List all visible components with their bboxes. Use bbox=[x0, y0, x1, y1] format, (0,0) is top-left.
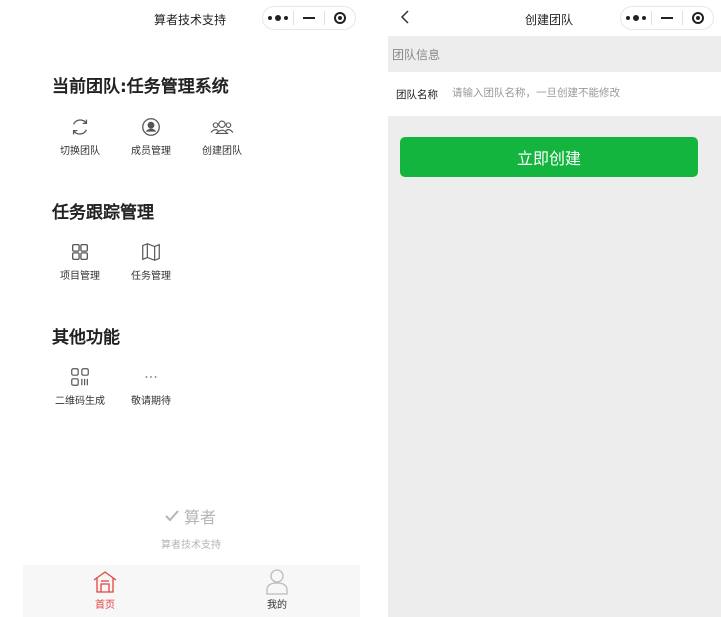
home-screen: 算者技术支持 当前团队:任务管理系统 切换团队 成员管理 创建团队 任务跟踪管理… bbox=[0, 0, 386, 617]
tab-label: 我的 bbox=[267, 600, 287, 611]
grid-item-coming-soon[interactable]: 敬请期待 bbox=[121, 364, 181, 407]
brand-logo: 算者 bbox=[164, 504, 216, 528]
section-title-current-team: 当前团队:任务管理系统 bbox=[52, 77, 229, 97]
brand-name: 算者 bbox=[184, 508, 217, 527]
tab-home[interactable]: 首页 bbox=[65, 565, 145, 611]
capsule-menu bbox=[620, 6, 714, 30]
target-icon bbox=[334, 12, 346, 24]
grid-item-label: 成员管理 bbox=[131, 146, 171, 157]
team-name-label: 团队名称 bbox=[396, 89, 438, 101]
more-dots-icon bbox=[626, 15, 646, 21]
grid-item-label: 任务管理 bbox=[131, 271, 171, 282]
grid-item-qrcode-generate[interactable]: 二维码生成 bbox=[50, 364, 110, 407]
grid-item-switch-team[interactable]: 切换团队 bbox=[50, 114, 110, 157]
create-team-navbar: 创建团队 bbox=[388, 0, 721, 36]
section-title-task-tracking: 任务跟踪管理 bbox=[52, 203, 154, 223]
refresh-icon bbox=[72, 119, 88, 135]
user-circle-icon bbox=[142, 118, 160, 136]
create-team-screen: 创建团队 团队信息 团队名称 立即创建 bbox=[388, 0, 721, 617]
home-icon bbox=[93, 571, 117, 593]
team-name-row: 团队名称 bbox=[388, 72, 721, 116]
minimize-icon bbox=[661, 17, 673, 19]
more-menu-button[interactable] bbox=[621, 7, 651, 29]
checkmark-logo-icon bbox=[165, 510, 179, 522]
grid-item-project-management[interactable]: 项目管理 bbox=[50, 239, 110, 282]
tab-label: 首页 bbox=[95, 600, 115, 611]
home-navbar: 算者技术支持 bbox=[0, 0, 386, 36]
back-arrow-icon[interactable] bbox=[400, 10, 410, 24]
minimize-button[interactable] bbox=[294, 7, 324, 29]
grid-item-member-management[interactable]: 成员管理 bbox=[121, 114, 181, 157]
more-dots-icon bbox=[268, 15, 288, 21]
grid-item-label: 创建团队 bbox=[202, 146, 242, 157]
grid-item-create-team[interactable]: 创建团队 bbox=[192, 114, 252, 157]
grid-item-label: 项目管理 bbox=[60, 271, 100, 282]
group-header-label: 团队信息 bbox=[392, 48, 441, 62]
minimize-button[interactable] bbox=[652, 7, 682, 29]
qrcode-icon bbox=[71, 368, 89, 386]
grid-item-label: 敬请期待 bbox=[131, 396, 171, 407]
create-team-nav-title: 创建团队 bbox=[525, 13, 574, 27]
grid-item-task-management[interactable]: 任务管理 bbox=[121, 239, 181, 282]
tab-bar: 首页 我的 bbox=[23, 565, 360, 617]
grid-item-label: 二维码生成 bbox=[55, 396, 105, 407]
target-icon bbox=[692, 12, 704, 24]
form-group-header: 团队信息 bbox=[388, 38, 721, 72]
grid-item-label: 切换团队 bbox=[60, 146, 100, 157]
close-miniprogram-button[interactable] bbox=[683, 7, 713, 29]
section-title-other-features: 其他功能 bbox=[52, 328, 120, 348]
minimize-icon bbox=[303, 17, 315, 19]
close-miniprogram-button[interactable] bbox=[325, 7, 355, 29]
map-icon bbox=[142, 243, 160, 261]
person-icon bbox=[266, 569, 288, 595]
group-icon bbox=[210, 120, 234, 134]
support-text: 算者技术支持 bbox=[161, 540, 221, 551]
more-menu-button[interactable] bbox=[263, 7, 293, 29]
grid-icon bbox=[72, 244, 88, 260]
create-now-button[interactable]: 立即创建 bbox=[400, 137, 698, 177]
capsule-menu bbox=[262, 6, 356, 30]
home-nav-title: 算者技术支持 bbox=[154, 13, 227, 27]
team-name-input[interactable] bbox=[452, 82, 712, 104]
tab-mine[interactable]: 我的 bbox=[237, 565, 317, 611]
more-dots-icon bbox=[145, 376, 157, 378]
